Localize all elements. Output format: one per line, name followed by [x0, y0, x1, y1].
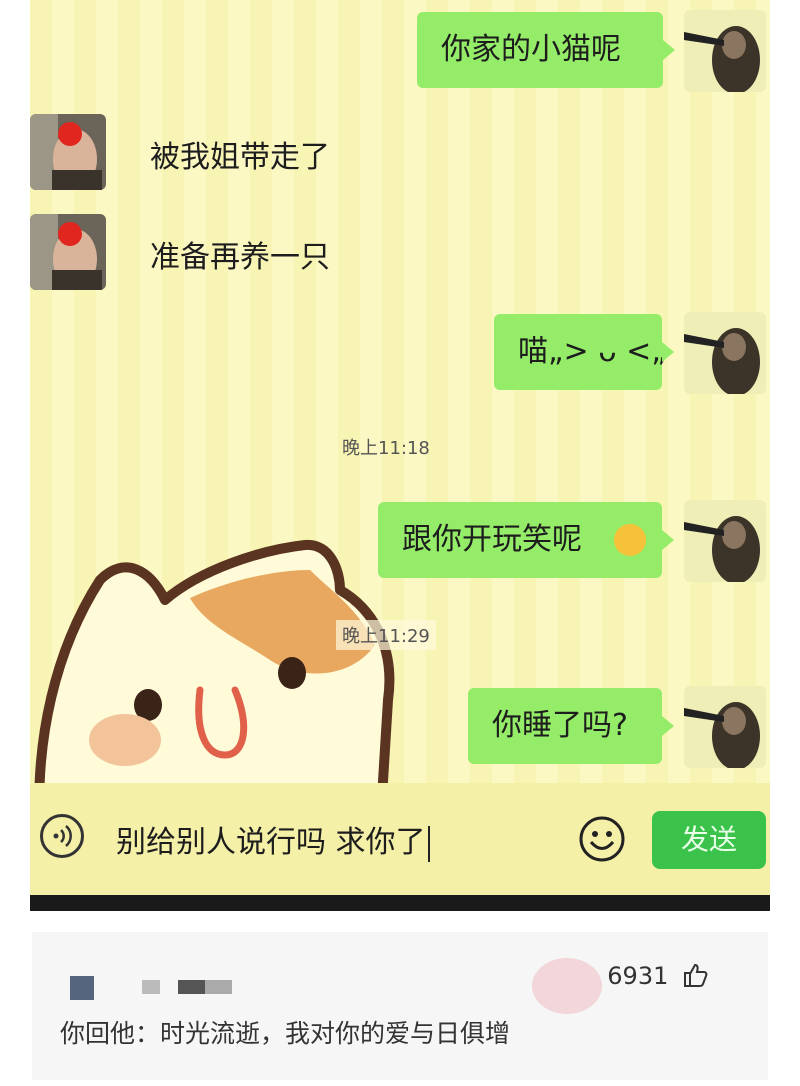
- timestamp: 晚上11:29: [336, 620, 436, 650]
- emoji-icon[interactable]: [578, 815, 626, 863]
- text-cursor: [427, 825, 430, 862]
- my-avatar[interactable]: [684, 10, 766, 92]
- send-button[interactable]: 发送: [652, 811, 766, 869]
- message-input-value: 别给别人说行吗 求你了: [116, 825, 426, 860]
- message-text-received: 准备再养一只: [150, 240, 330, 275]
- my-avatar[interactable]: [684, 686, 766, 768]
- watermark-stamp: [532, 958, 602, 1014]
- message-input[interactable]: 别给别人说行吗 求你了: [116, 817, 430, 862]
- like-count-value: 6931: [607, 962, 669, 990]
- message-text: 跟你开玩笑呢: [402, 522, 582, 557]
- voice-icon[interactable]: [40, 814, 84, 858]
- commenter-avatar[interactable]: [70, 976, 94, 1000]
- commenter-name-redacted[interactable]: [142, 980, 232, 994]
- message-text-received: 被我姐带走了: [150, 140, 330, 175]
- message-bubble-sent[interactable]: 跟你开玩笑呢: [378, 502, 674, 578]
- comment-card: 6931 你回他：时光流逝，我对你的爱与日俱增: [32, 932, 768, 1080]
- thumbs-up-icon[interactable]: [682, 962, 708, 988]
- message-bubble-sent[interactable]: 喵„> ᴗ <„: [494, 314, 674, 390]
- contact-avatar[interactable]: [30, 214, 106, 290]
- my-avatar[interactable]: [684, 500, 766, 582]
- like-count[interactable]: 6931: [607, 962, 708, 990]
- divider-bar: [30, 895, 770, 911]
- message-bubble-sent[interactable]: 你睡了吗?: [468, 688, 674, 764]
- timestamp: 晚上11:18: [342, 438, 430, 459]
- chat-window: 你家的小猫呢 被我姐带走了 准备再养一只 喵„> ᴗ <„ 晚上11:18 跟你…: [30, 0, 770, 895]
- comment-text: 你回他：时光流逝，我对你的爱与日俱增: [60, 1019, 511, 1048]
- message-bubble-sent[interactable]: 你家的小猫呢: [417, 12, 675, 88]
- input-bar: 别给别人说行吗 求你了 发送: [30, 783, 770, 895]
- contact-avatar[interactable]: [30, 114, 106, 190]
- my-avatar[interactable]: [684, 312, 766, 394]
- laughing-emoji-icon: [614, 524, 646, 556]
